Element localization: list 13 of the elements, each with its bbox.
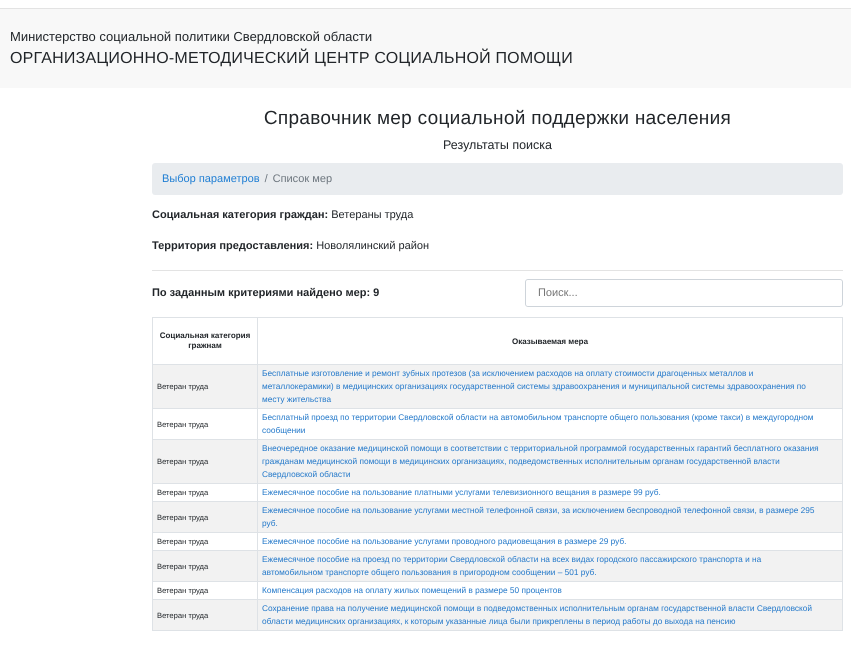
breadcrumb-current: Список мер — [272, 173, 332, 185]
filter-summary: Территория предоставления: Новолялинский район — [152, 240, 430, 252]
search-field[interactable]: Поиск... — [525, 279, 843, 307]
column-header: Оказываемая мера — [258, 318, 842, 364]
breadcrumb-link[interactable]: Выбор параметров — [162, 173, 260, 185]
results-count: По заданным критериями найдено мер: 9 — [152, 287, 380, 299]
column-header: Социальная категория гражнам — [152, 318, 258, 364]
filter-summary: Социальная категория граждан: Ветераны труда — [152, 209, 414, 221]
center-name: ОРГАНИЗАЦИОННО-МЕТОДИЧЕСКИЙ ЦЕНТР СОЦИАЛЬНОЙ ПОМОЩИ — [10, 50, 574, 68]
ministry-name: Министерство социальной политики Свердловской области — [10, 29, 374, 44]
breadcrumb-separator: / — [264, 173, 268, 185]
page-subtitle: Результаты поиска — [442, 138, 553, 152]
page-title: Справочник мер социальной поддержки населения — [262, 108, 732, 130]
